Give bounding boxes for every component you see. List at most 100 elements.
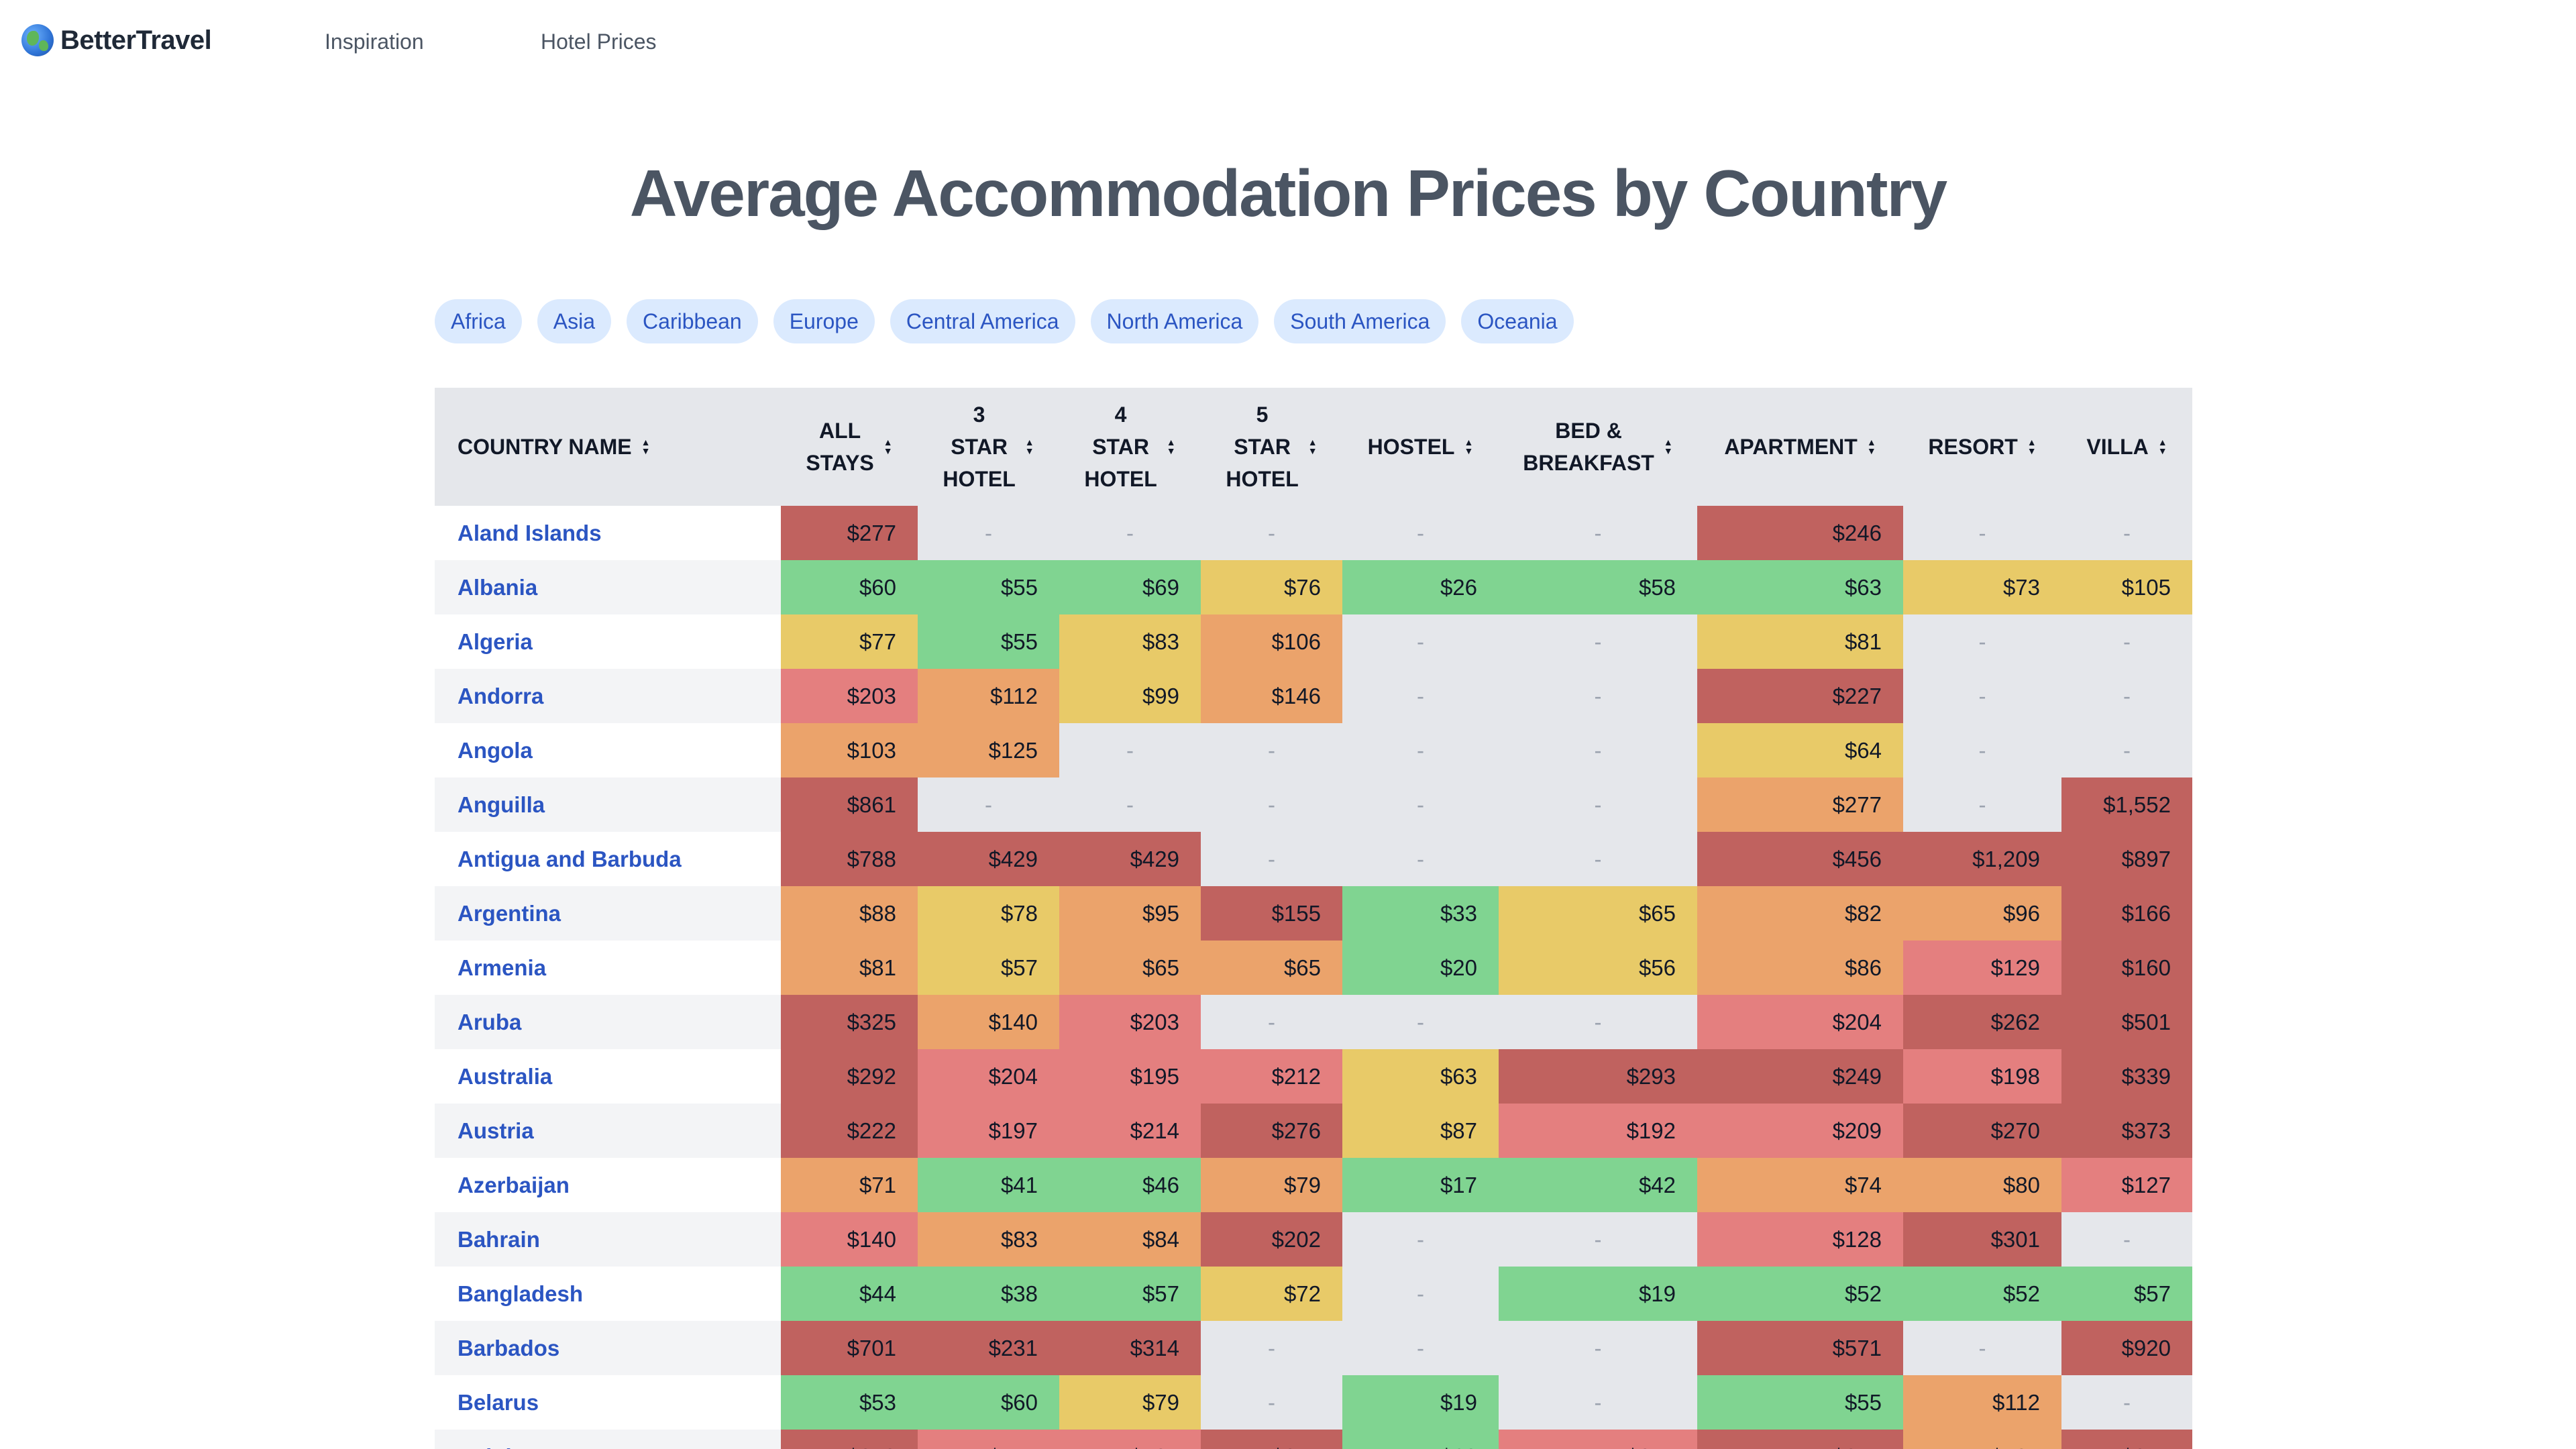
column-header-country-name[interactable]: Country Name ▲ ▼: [435, 388, 781, 506]
region-chip-south-america[interactable]: South America: [1274, 299, 1446, 343]
region-chip-oceania[interactable]: Oceania: [1461, 299, 1574, 343]
region-chip-north-america[interactable]: North America: [1090, 299, 1259, 343]
nav-link-hotel-prices[interactable]: Hotel Prices: [541, 30, 657, 54]
table-row: Angola $103 $125- - - - $64- -: [435, 723, 2192, 777]
price-cell-apartment: $571: [1697, 1321, 1903, 1375]
region-chip-asia[interactable]: Asia: [537, 299, 612, 343]
price-cell-apartment: $249: [1697, 1049, 1903, 1104]
price-cell-apartment: $128: [1697, 1212, 1903, 1267]
page: BetterTravel Inspiration Hotel Prices Av…: [0, 0, 2576, 1449]
price-cell-all-stays: $60: [781, 560, 918, 614]
country-link[interactable]: Azerbaijan: [435, 1158, 781, 1212]
table-row: Albania $60 $55 $69 $76 $26 $58 $63 $73 $105: [435, 560, 2192, 614]
sort-icon[interactable]: ▲ ▼: [1464, 437, 1473, 455]
price-cell-hostel: $19: [1342, 1375, 1499, 1430]
price-cell-apartment: $64: [1697, 723, 1903, 777]
price-cell-hostel: -: [1342, 832, 1499, 886]
price-cell-5-star-hotel: -: [1201, 1321, 1342, 1375]
sort-icon[interactable]: ▲ ▼: [2027, 437, 2037, 455]
price-cell-all-stays: $203: [781, 669, 918, 723]
price-cell-resort: -: [1903, 506, 2061, 560]
price-cell-apartment: $74: [1697, 1158, 1903, 1212]
column-header-label: Bed & Breakfast: [1523, 419, 1654, 475]
table-row: Barbados $701 $231 $314- - - $571- $920: [435, 1321, 2192, 1375]
column-header-3-star-hotel[interactable]: 3 Star Hotel ▲ ▼: [918, 388, 1059, 506]
price-cell-bed-and-breakfast: -: [1499, 1375, 1697, 1430]
column-header-apartment[interactable]: Apartment ▲ ▼: [1697, 388, 1903, 506]
price-cell-resort: $262: [1903, 995, 2061, 1049]
price-cell-bed-and-breakfast: $65: [1499, 886, 1697, 941]
country-link[interactable]: Aland Islands: [435, 506, 781, 560]
sort-icon[interactable]: ▲ ▼: [1867, 437, 1876, 455]
region-chip-europe[interactable]: Europe: [773, 299, 875, 343]
price-table: Country Name ▲ ▼ All Stays ▲ ▼ 3 Star Hotel ▲ ▼ 4 Sta…: [435, 388, 2192, 1449]
price-cell-3-star-hotel: $231: [918, 1321, 1059, 1375]
price-cell-hostel: -: [1342, 723, 1499, 777]
price-cell-5-star-hotel: -: [1201, 506, 1342, 560]
column-header-5-star-hotel[interactable]: 5 Star Hotel ▲ ▼: [1201, 388, 1342, 506]
sort-icon[interactable]: ▲ ▼: [1308, 437, 1318, 455]
price-cell-hostel: -: [1342, 995, 1499, 1049]
table-row: Aland Islands $277- - - - - $246- -: [435, 506, 2192, 560]
column-header-label: Resort: [1928, 435, 2018, 459]
price-cell-4-star-hotel: $203: [1059, 995, 1201, 1049]
price-cell-4-star-hotel: $84: [1059, 1212, 1201, 1267]
country-link[interactable]: Bangladesh: [435, 1267, 781, 1321]
price-cell-4-star-hotel: $429: [1059, 832, 1201, 886]
column-header-all-stays[interactable]: All Stays ▲ ▼: [781, 388, 918, 506]
sort-icon[interactable]: ▲ ▼: [1664, 437, 1673, 455]
country-link[interactable]: Barbados: [435, 1321, 781, 1375]
column-header-resort[interactable]: Resort ▲ ▼: [1903, 388, 2061, 506]
column-header-bed-and-breakfast[interactable]: Bed & Breakfast ▲ ▼: [1499, 388, 1697, 506]
country-link[interactable]: Albania: [435, 560, 781, 614]
sort-icon[interactable]: ▲ ▼: [883, 437, 893, 455]
price-cell-bed-and-breakfast: $58: [1499, 560, 1697, 614]
price-cell-apartment: $277: [1697, 777, 1903, 832]
country-link[interactable]: Argentina: [435, 886, 781, 941]
price-cell-villa: $166: [2061, 886, 2192, 941]
country-link[interactable]: Angola: [435, 723, 781, 777]
price-cell-resort: $135: [1903, 1430, 2061, 1449]
country-link[interactable]: Antigua and Barbuda: [435, 832, 781, 886]
price-cell-all-stays: $140: [781, 1212, 918, 1267]
country-link[interactable]: Aruba: [435, 995, 781, 1049]
nav-link-inspiration[interactable]: Inspiration: [325, 30, 424, 54]
region-chip-africa[interactable]: Africa: [435, 299, 522, 343]
sort-icon[interactable]: ▲ ▼: [2158, 437, 2167, 455]
country-link[interactable]: Anguilla: [435, 777, 781, 832]
country-link[interactable]: Belarus: [435, 1375, 781, 1430]
price-cell-apartment: $215: [1697, 1430, 1903, 1449]
country-link[interactable]: Bahrain: [435, 1212, 781, 1267]
brand-name: BetterTravel: [60, 25, 212, 55]
country-link[interactable]: Austria: [435, 1104, 781, 1158]
price-cell-hostel: $63: [1342, 1049, 1499, 1104]
price-cell-villa: $897: [2061, 832, 2192, 886]
price-cell-all-stays: $788: [781, 832, 918, 886]
table-row: Anguilla $861- - - - - $277- $1,552: [435, 777, 2192, 832]
price-cell-bed-and-breakfast: $42: [1499, 1158, 1697, 1212]
brand-logo-link[interactable]: BetterTravel: [21, 24, 212, 56]
column-header-4-star-hotel[interactable]: 4 Star Hotel ▲ ▼: [1059, 388, 1201, 506]
country-link[interactable]: Australia: [435, 1049, 781, 1104]
sort-icon[interactable]: ▲ ▼: [641, 437, 651, 455]
country-link[interactable]: Algeria: [435, 614, 781, 669]
column-header-hostel[interactable]: Hostel ▲ ▼: [1342, 388, 1499, 506]
sort-icon[interactable]: ▲ ▼: [1167, 437, 1176, 455]
price-cell-5-star-hotel: $276: [1201, 1104, 1342, 1158]
table-row: Australia $292 $204 $195 $212 $63 $293 $249 $198…: [435, 1049, 2192, 1104]
country-link[interactable]: Andorra: [435, 669, 781, 723]
price-cell-hostel: -: [1342, 777, 1499, 832]
price-cell-resort: $270: [1903, 1104, 2061, 1158]
price-cell-hostel: $87: [1342, 1104, 1499, 1158]
region-chip-caribbean[interactable]: Caribbean: [627, 299, 758, 343]
sort-icon[interactable]: ▲ ▼: [1025, 437, 1034, 455]
price-cell-3-star-hotel: $78: [918, 886, 1059, 941]
price-cell-apartment: $82: [1697, 886, 1903, 941]
country-link[interactable]: Armenia: [435, 941, 781, 995]
column-header-villa[interactable]: Villa ▲ ▼: [2061, 388, 2192, 506]
price-cell-villa: -: [2061, 1212, 2192, 1267]
region-chip-central-america[interactable]: Central America: [890, 299, 1075, 343]
price-cell-4-star-hotel: $99: [1059, 669, 1201, 723]
region-filter: Africa Asia Caribbean Europe Central America…: [435, 299, 1574, 343]
country-link[interactable]: Belgium: [435, 1430, 781, 1449]
